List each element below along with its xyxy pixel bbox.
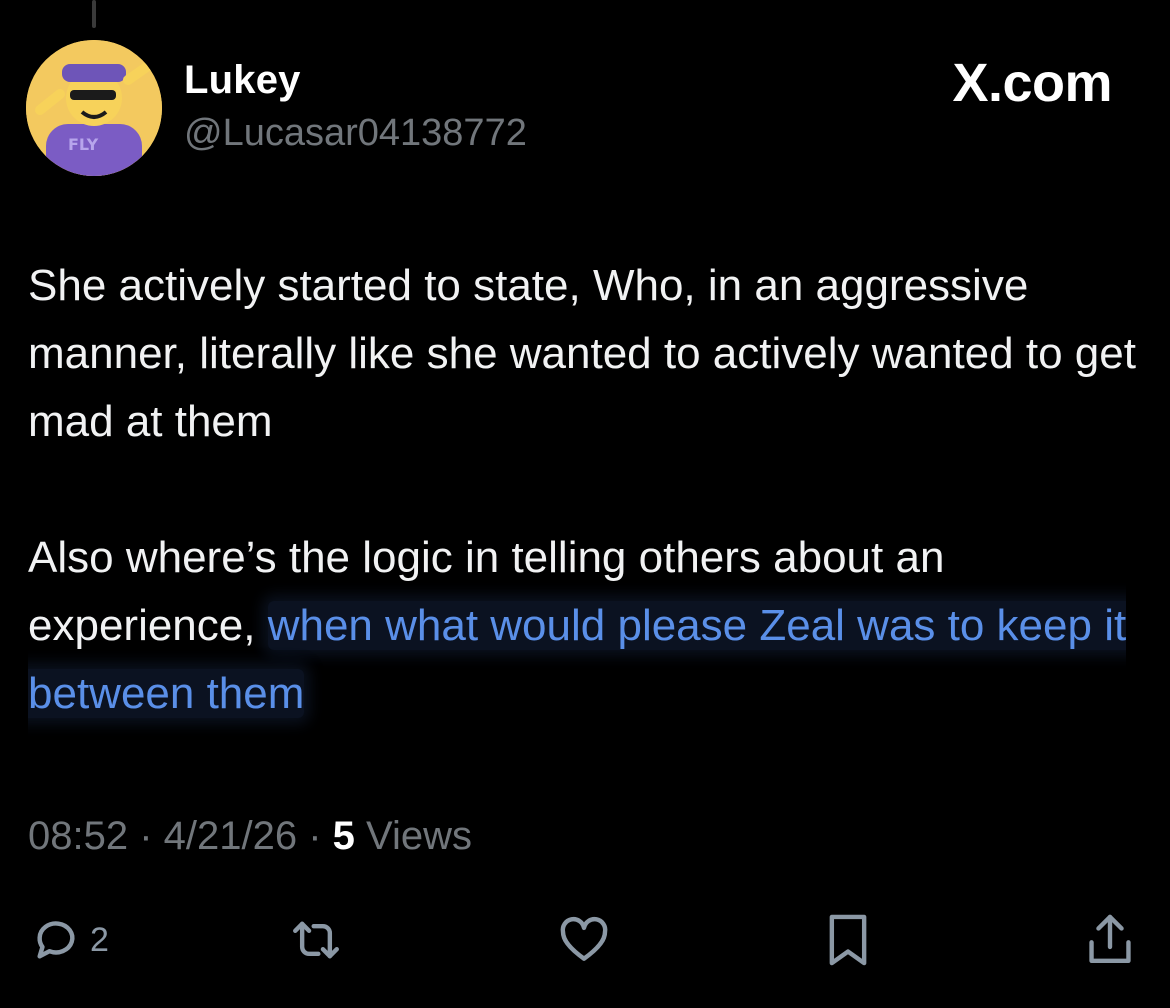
meta-separator: · bbox=[297, 814, 333, 858]
avatar[interactable]: FLY bbox=[26, 40, 162, 176]
tweet-date: 4/21/26 bbox=[163, 814, 298, 858]
tweet-paragraph: She actively started to state, Who, in a… bbox=[28, 261, 1136, 446]
meta-separator: · bbox=[128, 814, 164, 858]
reply-count: 2 bbox=[90, 920, 109, 959]
views-label[interactable]: Views bbox=[355, 814, 472, 858]
tweet-time: 08:52 bbox=[28, 814, 129, 858]
share-button[interactable] bbox=[1082, 910, 1138, 970]
reply-icon bbox=[37, 921, 75, 959]
author-display-name[interactable]: Lukey bbox=[184, 58, 301, 103]
thread-connector-line bbox=[92, 0, 96, 28]
tweet-metadata: 08:52 · 4/21/26 · 5 Views bbox=[28, 814, 472, 859]
bookmark-button[interactable] bbox=[820, 910, 876, 970]
views-count[interactable]: 5 bbox=[333, 814, 355, 858]
brand-watermark: X.com bbox=[952, 53, 1112, 113]
tweet-action-bar: 2 bbox=[28, 910, 1148, 970]
author-handle[interactable]: @Lucasar04138772 bbox=[184, 112, 527, 155]
heart-icon bbox=[560, 916, 608, 961]
cartoon-avatar-icon: FLY bbox=[26, 40, 162, 176]
avatar-shirt-text: FLY bbox=[68, 135, 99, 154]
tweet-text: She actively started to state, Who, in a… bbox=[28, 252, 1138, 728]
reply-button[interactable]: 2 bbox=[28, 910, 109, 970]
tweet-paragraph: Also where’s the logic in telling others… bbox=[28, 524, 1138, 728]
bookmark-icon bbox=[829, 914, 867, 966]
share-icon bbox=[1089, 914, 1131, 963]
repost-button[interactable] bbox=[286, 910, 346, 970]
like-button[interactable] bbox=[556, 910, 612, 970]
repost-icon bbox=[293, 921, 339, 959]
